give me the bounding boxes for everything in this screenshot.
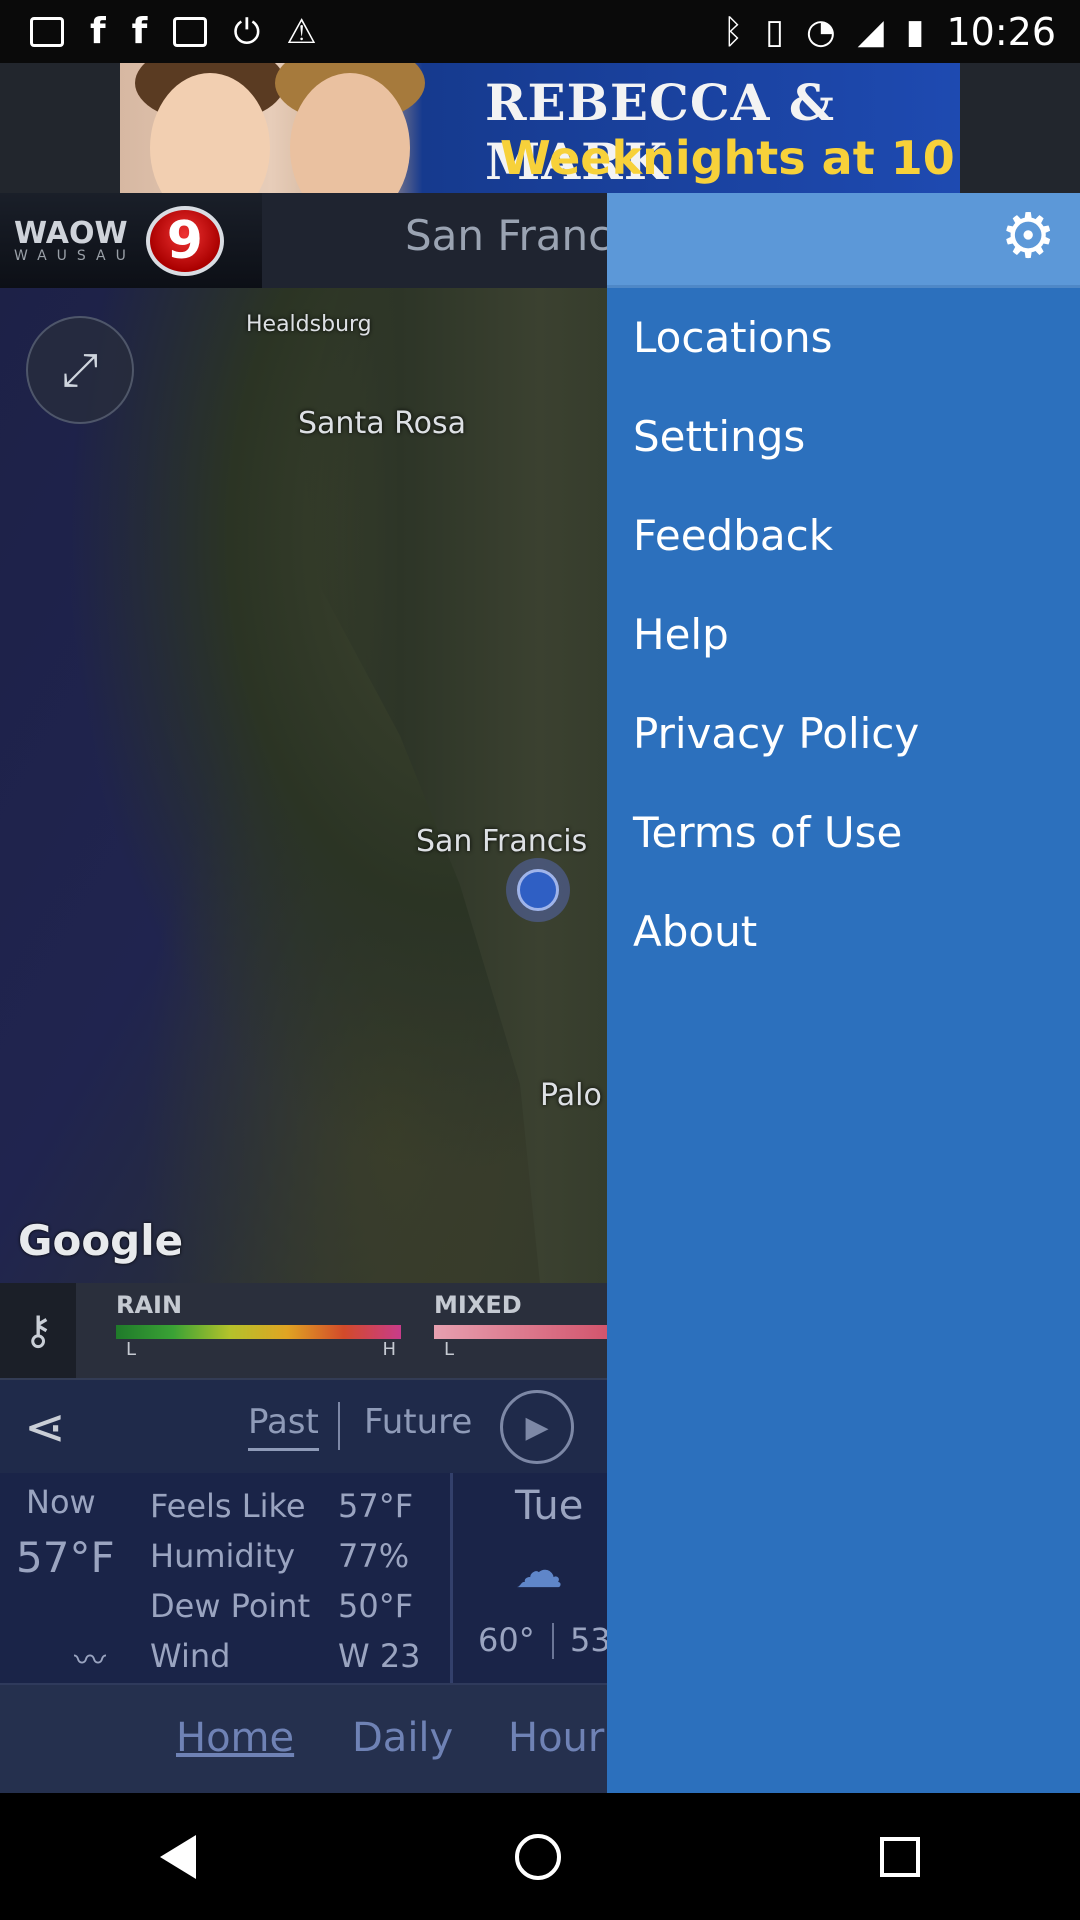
forecast-low: 53 [570,1621,611,1659]
bluetooth-icon: ᛒ [722,11,744,52]
facebook-icon: f [90,11,106,52]
playback-controls: ⋖ Past Future ▶ [0,1378,607,1473]
tab-future[interactable]: Future [364,1402,472,1442]
condition-row: Dew Point 50°F [150,1587,414,1625]
google-attribution: Google [18,1216,184,1265]
location-title: San Franci [405,211,623,260]
menu-item-help[interactable]: Help [607,585,1080,684]
ad-banner-bar: REBECCA & MARK Weeknights at 10 [0,63,1080,193]
menu-item-settings[interactable]: Settings [607,387,1080,486]
status-bar: f f ⏻ ⚠ ᛒ ▯ ◔ ◢ ▮ 10:26 [0,0,1080,63]
wind-icon: 〰 [74,1641,107,1679]
forecast-high: 60° [478,1621,535,1659]
current-conditions: Now 57°F 〰 Feels Like 57°F Humidity 77% De… [0,1473,611,1683]
ad-image [120,63,480,193]
menu-item-locations[interactable]: Locations [607,288,1080,387]
tab-daily[interactable]: Daily [352,1715,453,1761]
menu-item-terms-of-use[interactable]: Terms of Use [607,783,1080,882]
tab-past[interactable]: Past [248,1402,319,1451]
map-label-santa-rosa: Santa Rosa [298,406,466,441]
conditions-list: Feels Like 57°F Humidity 77% Dew Point 50°F… [150,1481,421,1681]
rain-cloud-icon: ☁ [515,1543,563,1599]
divider [338,1402,340,1450]
current-temp: 57°F [16,1533,115,1582]
home-icon[interactable] [514,1833,561,1880]
expand-map-button[interactable]: ⤢ [26,316,134,424]
map-label-san-francisco: San Francis [416,824,588,859]
now-label: Now [26,1483,96,1521]
share-icon[interactable]: ⋖ [24,1398,66,1456]
system-nav-bar [0,1793,1080,1920]
gear-icon[interactable]: ⚙ [1000,205,1056,267]
ad-subline: Weeknights at 10 [500,131,960,193]
map-label-healdsburg: Healdsburg [246,312,372,337]
condition-row: Humidity 77% [150,1537,410,1575]
image-icon [173,16,208,47]
map-label-palo: Palo [540,1078,602,1113]
menu-list: Locations Settings Feedback Help Privacy… [607,288,1080,981]
menu-item-feedback[interactable]: Feedback [607,486,1080,585]
legend-rain: RAIN L H [116,1291,401,1360]
facebook-icon: f [131,11,148,52]
ad-banner[interactable]: REBECCA & MARK Weeknights at 10 [120,63,960,193]
side-menu: ⚙ Locations Settings Feedback Help Priva… [607,193,1080,1793]
legend-mixed: MIXED L [434,1291,607,1360]
forecast-day: Tue [515,1483,584,1529]
location-marker[interactable] [506,858,570,922]
message-icon [30,16,64,47]
back-icon[interactable] [159,1834,196,1879]
key-icon[interactable]: ⚷ [0,1283,76,1378]
legend-mixed-low: L [444,1339,455,1360]
menu-item-privacy-policy[interactable]: Privacy Policy [607,684,1080,783]
divider [552,1623,554,1659]
tab-home[interactable]: Home [176,1715,294,1761]
legend-rain-title: RAIN [116,1291,183,1319]
play-icon: ▶ [525,1409,549,1445]
logo-number: 9 [145,205,224,276]
legend-rain-low: L [126,1339,137,1360]
legend-rain-high: H [382,1339,396,1360]
radar-legend: ⚷ RAIN L H MIXED L [0,1283,607,1378]
tab-hourly[interactable]: Hour [508,1715,604,1761]
fullscreen-icon: ⤢ [61,342,99,396]
recent-apps-icon[interactable] [880,1836,921,1877]
clock: 10:26 [946,9,1056,54]
wifi-icon: ◔ [805,11,836,52]
side-menu-header: ⚙ [607,193,1080,288]
bottom-tabs: Home Daily Hour [0,1683,607,1793]
vibrate-icon: ▯ [765,11,784,52]
logo-text: WAOW WAUSAU [14,215,136,264]
play-button[interactable]: ▶ [500,1390,574,1464]
station-logo[interactable]: WAOW WAUSAU 9 [0,193,262,288]
divider [450,1473,453,1683]
signal-icon: ◢ [857,11,884,52]
condition-row: Feels Like 57°F [150,1487,414,1525]
battery-icon: ▮ [905,11,925,52]
legend-mixed-title: MIXED [434,1291,522,1319]
condition-row: Wind W 23 [150,1637,421,1675]
alert-icon: ⚠ [286,11,317,52]
notification-icon: ⏻ [233,11,261,52]
menu-item-about[interactable]: About [607,882,1080,981]
radar-map[interactable]: ⤢ Healdsburg Santa Rosa San Francis Palo… [0,288,607,1283]
